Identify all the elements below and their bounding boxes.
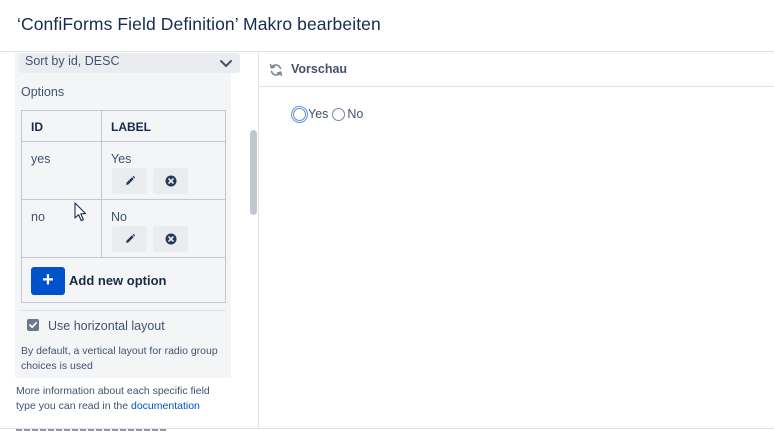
delete-option-button[interactable]: [153, 168, 188, 194]
horizontal-layout-label[interactable]: Use horizontal layout: [48, 319, 165, 333]
chevron-down-icon: [220, 60, 232, 67]
preview-header: Vorschau: [259, 53, 774, 87]
scrollbar-thumb[interactable]: [250, 130, 257, 215]
preview-radio-group: Yes No: [291, 105, 363, 123]
horizontal-layout-checkbox[interactable]: [27, 319, 39, 331]
radio-label: Yes: [308, 107, 329, 121]
field-config-panel: Sort by id, DESC Options ID LABEL yes Ye…: [0, 53, 258, 432]
options-section: Sort by id, DESC Options ID LABEL yes Ye…: [15, 53, 240, 378]
option-id-cell: no: [22, 200, 102, 257]
delete-option-button[interactable]: [153, 226, 188, 252]
radio-option-no[interactable]: No: [332, 107, 363, 121]
options-table: ID LABEL yes Yes no No + Add new option: [21, 110, 226, 303]
close-circle-icon: [165, 175, 176, 187]
horizontal-layout-hint: By default, a vertical layout for radio …: [21, 345, 218, 372]
preview-title: Vorschau: [291, 62, 348, 76]
option-label-cell: No: [111, 210, 127, 224]
edit-option-button[interactable]: [112, 226, 147, 252]
check-icon: [29, 321, 38, 329]
dialog-title: ‘ConfiForms Field Definition’ Makro bear…: [17, 14, 381, 34]
radio-button[interactable]: [291, 105, 308, 123]
radio-option-yes[interactable]: Yes: [291, 105, 329, 123]
add-option-label[interactable]: Add new option: [69, 273, 166, 288]
option-id-cell: yes: [22, 142, 102, 199]
sort-select-value: Sort by id, DESC: [25, 54, 120, 68]
column-header-id: ID: [22, 111, 102, 142]
panel-divider: [258, 53, 259, 428]
table-row: yes Yes: [22, 142, 226, 200]
close-circle-icon: [165, 233, 176, 245]
edit-option-button[interactable]: [112, 168, 147, 194]
dialog-header: ‘ConfiForms Field Definition’ Makro bear…: [0, 0, 774, 52]
pencil-icon: [125, 233, 135, 243]
refresh-icon[interactable]: [269, 63, 283, 77]
radio-label: No: [347, 107, 364, 121]
scrollbar-track[interactable]: [249, 53, 258, 432]
more-info-text: More information about each specific fie…: [16, 384, 226, 414]
options-label: Options: [21, 85, 65, 99]
add-option-button[interactable]: +: [31, 267, 65, 295]
radio-button[interactable]: [332, 107, 346, 121]
sort-select[interactable]: Sort by id, DESC: [19, 53, 240, 73]
footer-divider: [0, 428, 774, 429]
divider: [21, 310, 226, 311]
table-row: no No: [22, 200, 226, 258]
add-option-row: + Add new option: [22, 259, 226, 302]
documentation-link[interactable]: documentation: [131, 400, 200, 412]
column-header-label: LABEL: [102, 111, 226, 142]
mouse-pointer-icon: [74, 202, 87, 222]
option-label-cell: Yes: [111, 152, 132, 166]
pencil-icon: [125, 175, 135, 185]
